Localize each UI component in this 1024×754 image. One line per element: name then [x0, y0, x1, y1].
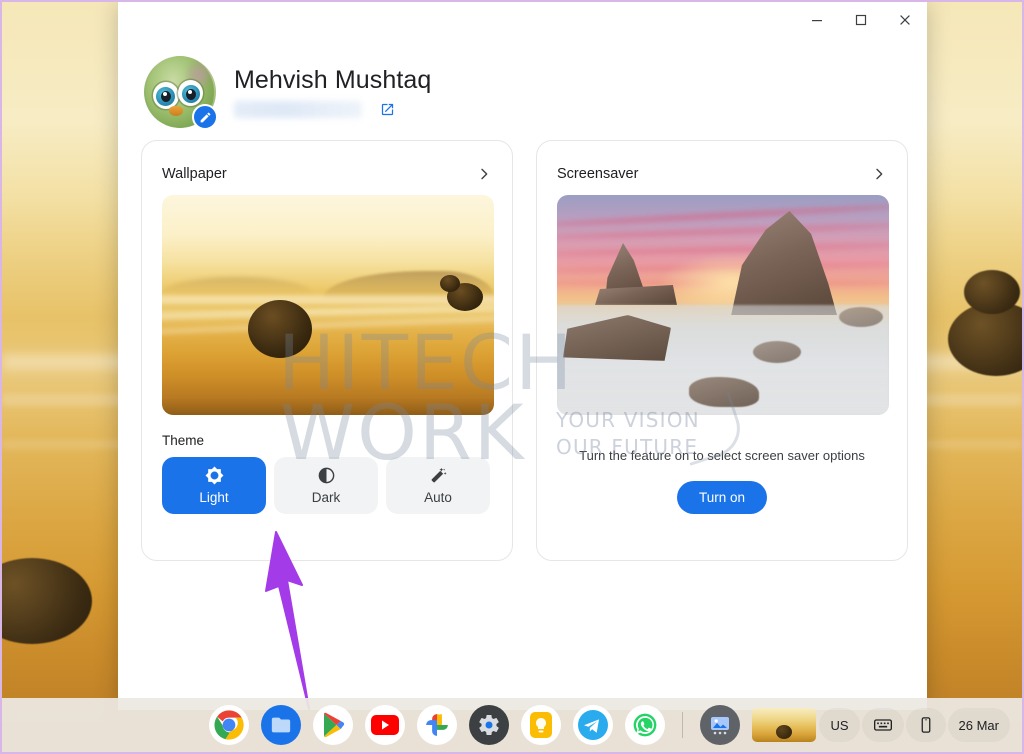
- settings-cards: Wallpaper Theme Light Dark Auto Screensa…: [118, 140, 927, 561]
- chevron-right-icon: [481, 168, 488, 180]
- preview-foreground-rock: [839, 307, 883, 327]
- shelf-app-keep[interactable]: [520, 705, 561, 745]
- shelf-app-whatsapp[interactable]: [624, 705, 665, 745]
- preview-foreground-rock: [689, 377, 759, 407]
- wallpaper-preview-image: [162, 195, 494, 415]
- screensaver-card-header[interactable]: Screensaver: [557, 159, 887, 189]
- shelf-app-play-store[interactable]: [312, 705, 353, 745]
- preview-boulder: [440, 275, 460, 292]
- shelf-app-settings[interactable]: [468, 705, 509, 745]
- preview-headland: [162, 277, 312, 293]
- preview-cloud-streak: [557, 203, 889, 228]
- brightness-sun-icon: [205, 466, 223, 485]
- open-in-new-button[interactable]: [380, 102, 395, 117]
- avatar[interactable]: [144, 56, 218, 130]
- profile-header: Mehvish Mushtaq: [118, 38, 927, 138]
- wallpaper-card-header[interactable]: Wallpaper: [162, 159, 492, 189]
- contrast-half-circle-icon: [318, 467, 334, 484]
- chevron-right-icon: [876, 168, 883, 180]
- wallpaper-boulder: [964, 270, 1020, 314]
- status-area: US 26 Mar: [819, 708, 1010, 742]
- close-icon: [900, 15, 910, 25]
- chromeos-desktop: Mehvish Mushtaq Wallpaper Theme Light Da…: [0, 0, 1024, 754]
- preview-surf: [162, 295, 494, 304]
- screensaver-card: Screensaver Turn the feature on to selec…: [536, 140, 908, 561]
- phone-hub-button[interactable]: [906, 708, 946, 742]
- profile-email-redacted: [234, 101, 362, 118]
- open-in-new-icon: [381, 103, 394, 116]
- gear-icon: [478, 715, 499, 735]
- shelf-app-files[interactable]: [260, 705, 301, 745]
- wallpaper-preview[interactable]: [162, 195, 494, 415]
- theme-option-auto-label: Auto: [424, 490, 452, 505]
- keyboard-icon: [873, 719, 892, 731]
- profile-name: Mehvish Mushtaq: [234, 66, 432, 94]
- maximize-button[interactable]: [839, 4, 883, 36]
- google-photos-icon: [425, 714, 448, 736]
- shelf-app-photos[interactable]: [416, 705, 457, 745]
- minimize-button[interactable]: [795, 4, 839, 36]
- shelf-app-chrome[interactable]: [208, 705, 249, 745]
- shelf-separator: [681, 712, 683, 738]
- preview-foreground-rock: [753, 341, 801, 363]
- keep-note-icon: [529, 712, 552, 738]
- shelf-app-telegram[interactable]: [572, 705, 613, 745]
- wallpaper-card: Wallpaper Theme Light Dark Auto: [141, 140, 513, 561]
- theme-options: Light Dark Auto: [162, 457, 492, 514]
- clock-date-button[interactable]: 26 Mar: [948, 708, 1010, 742]
- screensaver-card-title: Screensaver: [557, 166, 639, 182]
- avatar-edit-button[interactable]: [192, 104, 218, 130]
- chrome-icon: [213, 710, 244, 740]
- theme-option-auto[interactable]: Auto: [386, 457, 490, 514]
- screensaver-preview-image: [557, 195, 889, 415]
- wallpaper-chevron[interactable]: [476, 166, 492, 182]
- shelf-app-list: [208, 705, 816, 745]
- theme-option-dark-label: Dark: [311, 490, 341, 505]
- minimize-icon: [812, 20, 822, 22]
- wallpaper-boulder: [2, 558, 92, 644]
- preview-boulder: [248, 300, 312, 358]
- phone-hub-icon: [921, 717, 930, 733]
- preview-cloud-streak: [557, 222, 889, 241]
- theme-option-light[interactable]: Light: [162, 457, 266, 514]
- theme-option-dark[interactable]: Dark: [274, 457, 378, 514]
- youtube-icon: [370, 715, 399, 735]
- telegram-icon: [577, 710, 608, 740]
- gallery-image-icon: [710, 717, 729, 735]
- shelf: US 26 Mar: [2, 698, 1022, 752]
- window-titlebar: [118, 2, 927, 38]
- pencil-icon: [200, 112, 210, 122]
- wallpaper-card-title: Wallpaper: [162, 166, 227, 182]
- avatar-gleam-left: [163, 92, 167, 96]
- profile-text: Mehvish Mushtaq: [234, 66, 431, 118]
- screensaver-preview[interactable]: [557, 195, 889, 415]
- whatsapp-icon: [633, 713, 656, 737]
- screensaver-message: Turn the feature on to select screen sav…: [579, 448, 865, 463]
- keyboard-button[interactable]: [862, 708, 904, 742]
- maximize-icon: [855, 14, 867, 26]
- turn-on-button[interactable]: Turn on: [676, 481, 768, 514]
- shelf-app-gallery[interactable]: [699, 705, 740, 745]
- thumbnail-boulder: [775, 725, 792, 739]
- shelf-app-youtube[interactable]: [364, 705, 405, 745]
- screensaver-chevron[interactable]: [871, 166, 887, 182]
- keyboard-layout-button[interactable]: US: [819, 708, 859, 742]
- shelf-wallpaper-thumbnail[interactable]: [751, 708, 816, 742]
- files-folder-icon: [271, 717, 290, 733]
- avatar-beak: [169, 106, 183, 116]
- theme-label: Theme: [162, 433, 205, 448]
- theme-option-light-label: Light: [199, 490, 229, 505]
- magic-wand-sparkle-icon: [431, 467, 447, 483]
- profile-email-row: [234, 101, 431, 118]
- screensaver-action-row: Turn on: [557, 481, 887, 514]
- play-store-icon: [323, 712, 344, 738]
- close-button[interactable]: [883, 4, 927, 36]
- avatar-gleam-right: [188, 90, 192, 94]
- settings-window: Mehvish Mushtaq Wallpaper Theme Light Da…: [118, 2, 927, 710]
